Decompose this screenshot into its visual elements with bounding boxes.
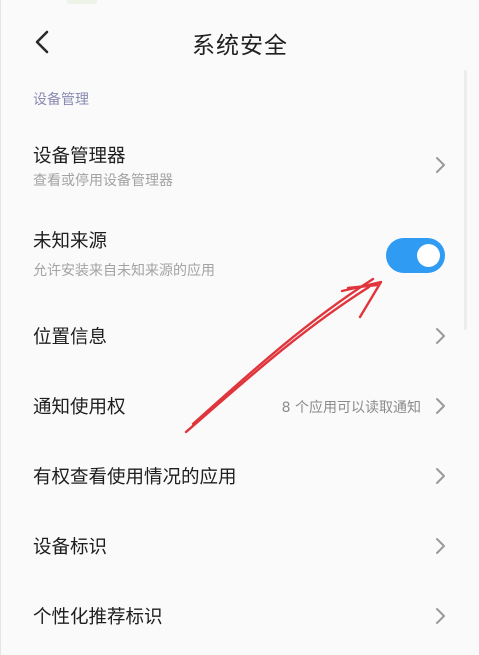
row-label: 位置信息 (33, 327, 108, 348)
chevron-right-icon (436, 398, 445, 414)
row-label: 设备管理器 (33, 146, 126, 167)
page-title: 系统安全 (192, 33, 288, 59)
row-sublabel: 允许安装来自未知来源的应用 (33, 263, 215, 279)
chevron-right-icon (436, 608, 445, 624)
row-personalized-ad-id[interactable]: 个性化推荐标识 (1, 585, 479, 645)
row-device-admin[interactable]: 设备管理器 查看或停用设备管理器 (1, 130, 479, 200)
chevron-right-icon (436, 157, 445, 173)
row-location[interactable]: 位置信息 (1, 305, 479, 365)
row-label: 设备标识 (33, 537, 108, 558)
row-label: 有权查看使用情况的应用 (33, 467, 237, 488)
top-bar: 系统安全 (1, 0, 479, 86)
unknown-sources-toggle[interactable] (386, 238, 445, 273)
row-label: 未知来源 (33, 231, 108, 252)
section-header-device-management: 设备管理 (33, 92, 89, 108)
chevron-right-icon (436, 328, 445, 344)
row-device-id[interactable]: 设备标识 (1, 515, 479, 575)
chevron-right-icon (436, 468, 445, 484)
row-usage-access[interactable]: 有权查看使用情况的应用 (1, 445, 479, 505)
settings-screen: 系统安全 设备管理 设备管理器 查看或停用设备管理器 未知来源 允许安装来自未知… (0, 0, 479, 655)
row-label: 通知使用权 (33, 397, 126, 418)
toggle-knob (417, 244, 440, 267)
row-value: 8 个应用可以读取通知 (281, 400, 421, 416)
row-label: 个性化推荐标识 (33, 607, 163, 628)
scrollbar[interactable] (464, 70, 467, 330)
row-notification-access[interactable]: 通知使用权 8 个应用可以读取通知 (1, 375, 479, 435)
chevron-right-icon (436, 538, 445, 554)
row-sublabel: 查看或停用设备管理器 (33, 173, 173, 189)
